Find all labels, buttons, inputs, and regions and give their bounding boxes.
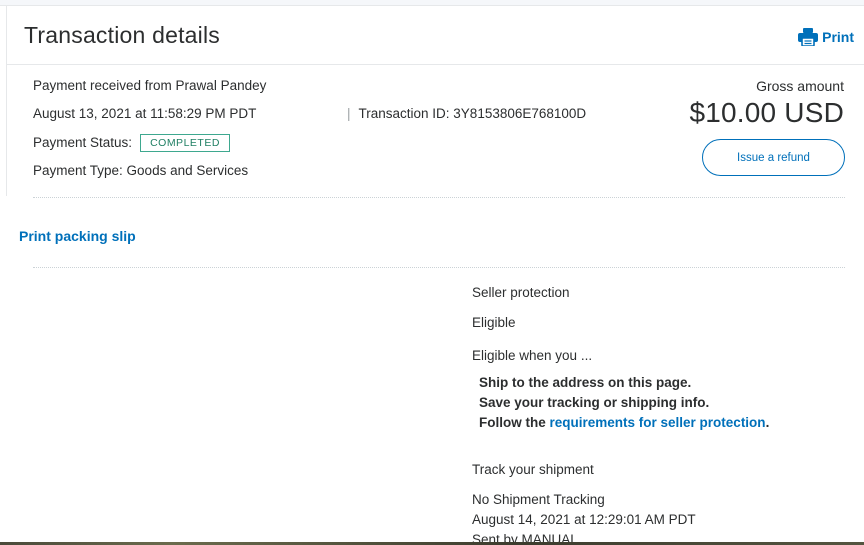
print-packing-slip-link[interactable]: Print packing slip: [19, 228, 136, 244]
requirement-ship-address: Ship to the address on this page.: [479, 375, 692, 390]
seller-protection-requirements-link[interactable]: requirements for seller protection: [550, 415, 766, 430]
eligible-when-text: Eligible when you ...: [472, 348, 593, 363]
requirement-follow: Follow the requirements for seller prote…: [479, 415, 769, 430]
print-label: Print: [822, 29, 854, 45]
payment-status-label: Payment Status:: [33, 135, 133, 150]
transaction-datetime: August 13, 2021 at 11:58:29 PM PDT: [33, 106, 257, 121]
seller-protection-status: Eligible: [472, 315, 516, 330]
transaction-header: Transaction details Print: [7, 7, 864, 65]
gross-amount-value: $10.00 USD: [689, 97, 844, 128]
transaction-details-page: Transaction details Print Payment receiv…: [0, 0, 864, 545]
requirement-suffix: .: [765, 415, 770, 430]
track-shipment-title: Track your shipment: [472, 462, 594, 477]
gross-amount-label: Gross amount: [756, 78, 844, 94]
shipment-date: August 14, 2021 at 12:29:01 AM PDT: [472, 512, 696, 527]
requirement-prefix: Follow the: [479, 415, 550, 430]
issue-refund-button[interactable]: Issue a refund: [702, 139, 845, 176]
transaction-id-row: | Transaction ID: 3Y8153806E768100D: [347, 106, 586, 121]
print-button[interactable]: Print: [798, 28, 854, 46]
payment-status-row: Payment Status: COMPLETED: [33, 134, 230, 152]
transaction-id: Transaction ID: 3Y8153806E768100D: [358, 106, 587, 121]
seller-protection-title: Seller protection: [472, 285, 570, 300]
shipment-tracking-status: No Shipment Tracking: [472, 492, 605, 507]
received-from-text: Payment received from Prawal Pandey: [33, 78, 267, 93]
card-top-border: [0, 0, 864, 6]
printer-icon: [798, 28, 819, 46]
divider: [33, 197, 845, 198]
divider: [33, 267, 845, 268]
page-title: Transaction details: [24, 22, 220, 48]
payment-type-text: Payment Type: Goods and Services: [33, 163, 249, 178]
requirement-save-tracking: Save your tracking or shipping info.: [479, 395, 710, 410]
separator: |: [347, 106, 351, 121]
status-badge: COMPLETED: [140, 134, 230, 152]
